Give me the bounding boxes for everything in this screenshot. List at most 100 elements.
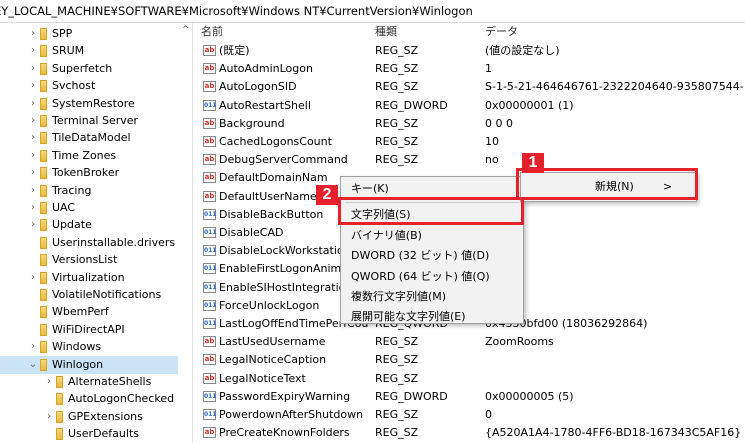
highlight-box-string-value [338, 197, 524, 225]
chevron-right-icon[interactable]: › [28, 129, 38, 147]
menu-item[interactable]: 展開可能な文字列値(E) [341, 307, 521, 327]
value-row[interactable]: ab AutoAdminLogon REG_SZ 1 [193, 60, 745, 78]
chevron-right-icon[interactable]: › [44, 373, 54, 391]
menu-item[interactable]: バイナリ値(B) [341, 226, 521, 246]
value-row[interactable]: ab CachedLogonsCount REG_SZ 10 [193, 133, 745, 151]
tree-item[interactable]: VersionsList [0, 251, 178, 269]
cell-data: 01 (1) [485, 260, 745, 278]
cell-data: 0x4330bfd00 (18036292864) [485, 317, 648, 330]
scroll-up-icon[interactable]: ^ [182, 25, 190, 35]
tree-item[interactable]: › TileDataModel [0, 129, 178, 147]
value-row[interactable]: 011 AutoRestartShell REG_DWORD 0x00000001 (… [193, 97, 745, 115]
cell-name: AutoRestartShell [219, 98, 311, 112]
string-value-icon: ab [203, 63, 216, 75]
tree-item[interactable]: › Windows [0, 338, 178, 356]
step-badge-2: 2 [316, 185, 338, 205]
value-row[interactable]: ab PreCreateKnownFolders REG_SZ {A520A1A4-1… [193, 424, 745, 442]
cell-data: 0x00000005 (5) [485, 389, 574, 403]
cell-name: LegalNoticeCaption [219, 353, 327, 367]
folder-icon [40, 149, 47, 162]
chevron-right-icon[interactable]: › [28, 95, 38, 113]
tree-item-label: TokenBroker [52, 166, 120, 180]
chevron-right-icon[interactable]: › [28, 60, 38, 78]
column-header-data[interactable]: データ [485, 23, 518, 41]
tree-item[interactable]: › TokenBroker [0, 164, 178, 182]
string-value-icon: ab [203, 190, 216, 202]
menu-item[interactable]: キー(K) [341, 179, 521, 199]
folder-icon [40, 323, 47, 336]
column-header-type[interactable]: 種類 [375, 23, 397, 41]
tree-item-label: Svchost [52, 79, 96, 93]
value-row[interactable]: 011 PasswordExpiryWarning REG_DWORD 0x00000… [193, 388, 745, 406]
chevron-right-icon[interactable]: › [28, 147, 38, 165]
chevron-right-icon[interactable]: › [28, 216, 38, 234]
tree-item-label: WiFiDirectAPI [52, 322, 125, 336]
binary-value-icon: 011 [203, 318, 217, 329]
chevron-right-icon[interactable]: › [28, 338, 38, 356]
tree-item[interactable]: UserDefaults [0, 425, 178, 443]
tree-item[interactable]: › SPP [0, 25, 178, 43]
value-row[interactable]: 011 PowerdownAfterShutdown REG_SZ 0 [193, 406, 745, 424]
key-tree[interactable]: ^ › SPP › SRUM › Superfetch › Svchost › SystemRes… [0, 23, 193, 443]
tree-item[interactable]: › Virtualization [0, 269, 178, 287]
value-row[interactable]: ab (既定) REG_SZ (値の設定なし) [193, 42, 745, 60]
tree-item-label: Superfetch [52, 61, 113, 75]
chevron-right-icon[interactable]: › [28, 182, 38, 200]
chevron-right-icon[interactable]: › [28, 269, 38, 287]
tree-item[interactable]: › Tracing [0, 182, 178, 200]
value-row[interactable]: ab LegalNoticeText REG_SZ [193, 370, 745, 388]
chevron-right-icon[interactable]: › [28, 199, 38, 217]
tree-item[interactable]: › AlternateShells [0, 373, 178, 391]
value-row[interactable]: ab LegalNoticeCaption REG_SZ [193, 351, 745, 369]
tree-item[interactable]: ⌄ Winlogon [0, 355, 178, 374]
tree-item[interactable]: › SystemRestore [0, 95, 178, 113]
step-badge-1: 1 [522, 153, 544, 173]
value-row[interactable]: ab AutoLogonSID REG_SZ S-1-5-21-464646761-2… [193, 78, 745, 96]
tree-item[interactable]: › Update [0, 216, 178, 234]
chevron-down-icon[interactable]: ⌄ [28, 356, 38, 374]
folder-icon [40, 219, 47, 232]
cell-name: LegalNoticeText [219, 371, 306, 385]
tree-item-label: Winlogon [52, 357, 104, 371]
cell-name: DebugServerCommand [219, 153, 348, 167]
chevron-right-icon[interactable]: › [28, 25, 38, 43]
column-header-name[interactable]: 名前 [201, 23, 223, 41]
tree-item[interactable]: AutoLogonChecked [0, 390, 178, 408]
menu-item[interactable]: DWORD (32 ビット) 値(D) [341, 246, 521, 266]
folder-icon [40, 62, 47, 75]
tree-item[interactable]: › SRUM [0, 42, 178, 60]
tree-item[interactable]: WiFiDirectAPI [0, 321, 178, 339]
tree-item[interactable]: › GPExtensions [0, 408, 178, 426]
address-bar[interactable]: EY_LOCAL_MACHINE¥SOFTWARE¥Microsoft¥Wind… [0, 0, 745, 23]
chevron-right-icon[interactable]: › [28, 77, 38, 95]
chevron-right-icon[interactable]: › [28, 112, 38, 130]
value-row[interactable]: ab Background REG_SZ 0 0 0 [193, 115, 745, 133]
menu-item[interactable]: 複数行文字列値(M) [341, 287, 521, 307]
tree-item-label: SRUM [52, 44, 85, 58]
tree-item[interactable]: WbemPerf [0, 303, 178, 321]
tree-item-label: WbemPerf [52, 305, 109, 319]
menu-item[interactable]: QWORD (64 ビット) 値(Q) [341, 267, 521, 287]
string-value-icon: ab [203, 372, 216, 384]
tree-item[interactable]: › Svchost [0, 77, 178, 95]
folder-icon [40, 97, 47, 110]
folder-icon [56, 410, 63, 423]
cell-name: PasswordExpiryWarning [219, 389, 351, 403]
menu-item-label: DWORD (32 ビット) 値(D) [351, 249, 490, 263]
chevron-right-icon[interactable]: › [44, 408, 54, 426]
value-row[interactable]: ab DebugServerCommand REG_SZ no [193, 151, 745, 169]
value-row[interactable]: ab LastUsedUsername REG_SZ ZoomRooms [193, 333, 745, 351]
tree-item[interactable]: Userinstallable.drivers [0, 234, 178, 252]
tree-item[interactable]: › UAC [0, 199, 178, 217]
tree-item[interactable]: › Time Zones [0, 147, 178, 165]
cell-name: CachedLogonsCount [219, 135, 332, 148]
tree-item[interactable]: VolatileNotifications [0, 286, 178, 304]
tree-item-label: GPExtensions [68, 409, 143, 423]
cell-name: Background [219, 116, 285, 130]
tree-item[interactable]: › Terminal Server [0, 112, 178, 130]
tree-item[interactable]: › Superfetch [0, 60, 178, 78]
binary-value-icon: 011 [203, 245, 217, 257]
tree-item-label: SPP [52, 27, 73, 40]
chevron-right-icon[interactable]: › [28, 42, 38, 60]
chevron-right-icon[interactable]: › [28, 164, 38, 182]
